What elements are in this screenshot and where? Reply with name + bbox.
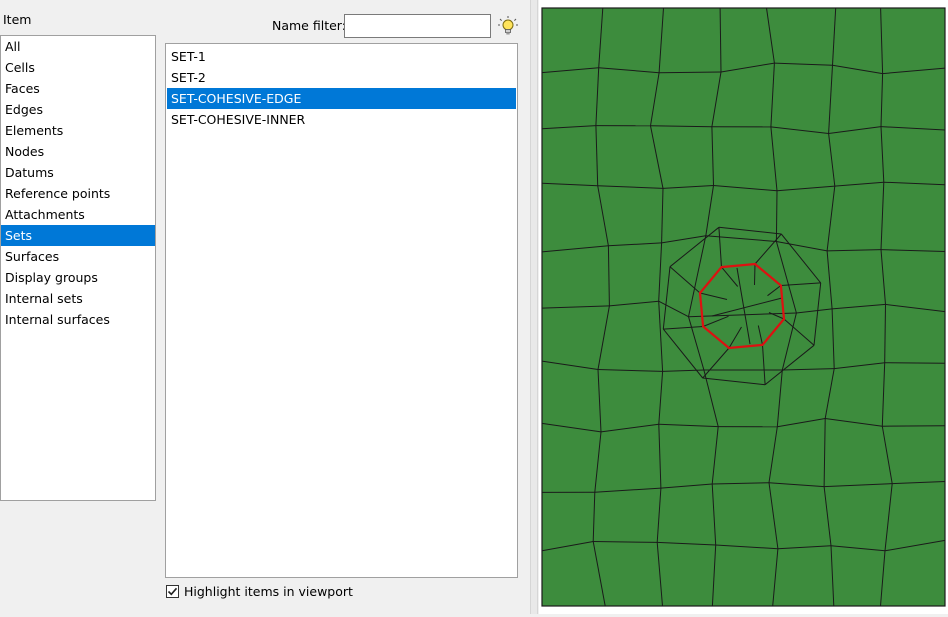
set-row-cohesive-inner[interactable]: SET-COHESIVE-INNER [167,109,516,130]
item-row-sets[interactable]: Sets [1,225,155,246]
mesh-edge [659,72,721,73]
selection-panel: Item All Cells Faces Edges Elements Node… [0,0,530,614]
highlight-option[interactable]: Highlight items in viewport [166,584,353,599]
item-row-surfaces[interactable]: Surfaces [1,246,155,267]
item-row-display-groups[interactable]: Display groups [1,267,155,288]
item-row-reference-points[interactable]: Reference points [1,183,155,204]
highlight-label: Highlight items in viewport [184,584,353,599]
item-row-faces[interactable]: Faces [1,78,155,99]
mesh-edge [885,363,945,364]
checkmark-icon [167,586,178,597]
item-header: Item [3,12,31,27]
set-list[interactable]: SET-1 SET-2 SET-COHESIVE-EDGE SET-COHESI… [165,43,518,578]
item-row-cells[interactable]: Cells [1,57,155,78]
lightbulb-icon[interactable] [497,15,519,37]
cohesive-inner-edge [755,264,756,285]
item-type-list[interactable]: All Cells Faces Edges Elements Nodes Dat… [0,35,156,501]
highlight-checkbox[interactable] [166,585,179,598]
set-row-set-2[interactable]: SET-2 [167,67,516,88]
item-row-edges[interactable]: Edges [1,99,155,120]
mesh-viewport[interactable] [539,0,948,614]
item-row-all[interactable]: All [1,36,155,57]
item-row-elements[interactable]: Elements [1,120,155,141]
mesh-canvas [539,0,948,614]
item-row-nodes[interactable]: Nodes [1,141,155,162]
item-row-datums[interactable]: Datums [1,162,155,183]
item-row-internal-sets[interactable]: Internal sets [1,288,155,309]
item-row-attachments[interactable]: Attachments [1,204,155,225]
set-row-cohesive-edge[interactable]: SET-COHESIVE-EDGE [167,88,516,109]
item-row-internal-surfaces[interactable]: Internal surfaces [1,309,155,330]
name-filter-input[interactable] [344,14,491,38]
set-row-set-1[interactable]: SET-1 [167,46,516,67]
name-filter-label: Name filter: [272,18,346,33]
panel-splitter[interactable] [530,0,538,614]
